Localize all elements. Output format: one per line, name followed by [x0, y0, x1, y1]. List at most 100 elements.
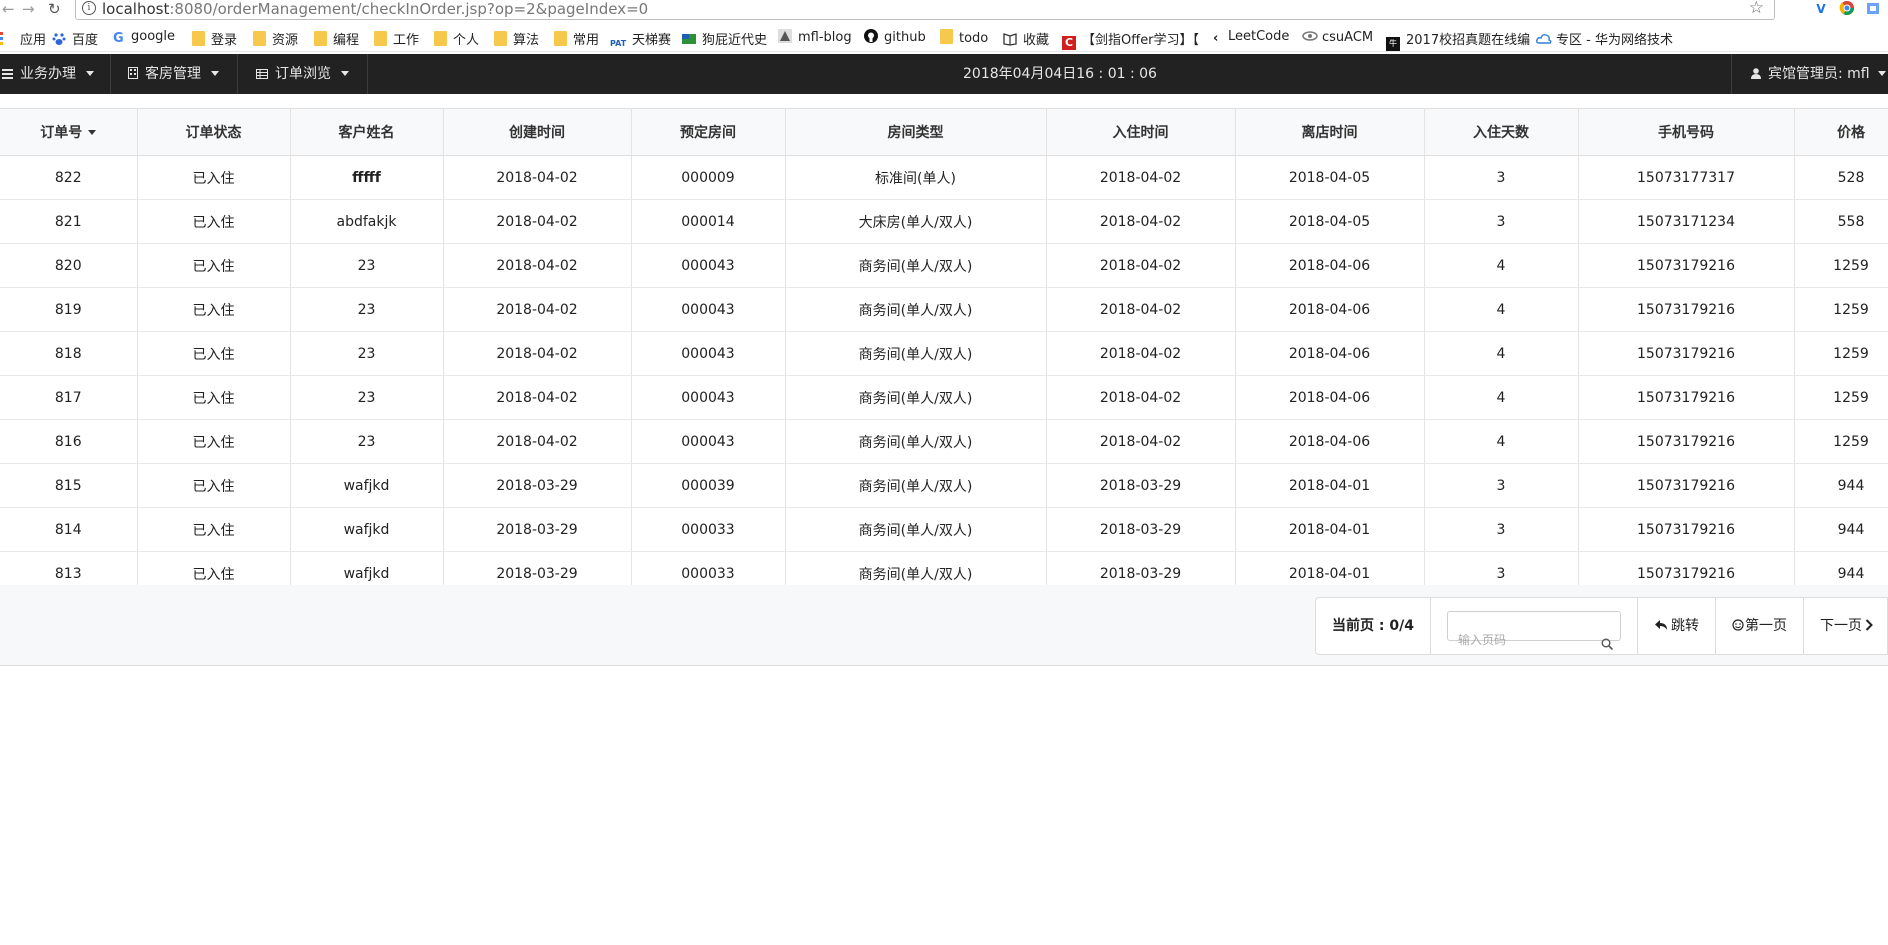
- cell-checkin: 2018-03-29: [1046, 507, 1236, 552]
- baidu-paw-icon: [52, 32, 66, 46]
- table-row[interactable]: 817 已入住 23 2018-04-02 000043 商务间(单人/双人) 2018-0…: [0, 375, 1888, 420]
- url-bar[interactable]: i localhost:8080/orderManagement/checkIn…: [75, 0, 1775, 20]
- chevron-down-icon: [86, 71, 94, 76]
- cell-days: 4: [1424, 243, 1579, 288]
- book-icon: [1003, 32, 1017, 46]
- column-header-order-id[interactable]: 订单号: [0, 108, 138, 156]
- bookmark-huawei[interactable]: 专区 - 华为网络技术: [1536, 29, 1673, 48]
- bookmark-personal[interactable]: 个人: [434, 29, 479, 48]
- extension-puzzle-icon[interactable]: [1864, 0, 1882, 18]
- url-host: localhost: [102, 0, 170, 18]
- rooms-menu[interactable]: 客房管理: [128, 54, 219, 94]
- bookmark-label: todo: [959, 31, 989, 46]
- bookmark-google[interactable]: Ggoogle: [113, 29, 175, 47]
- cell-created: 2018-04-02: [443, 199, 632, 244]
- column-header-checkout[interactable]: 离店时间: [1235, 108, 1425, 156]
- url-text[interactable]: localhost:8080/orderManagement/checkInOr…: [102, 0, 648, 18]
- building-icon: [128, 55, 138, 95]
- table-row[interactable]: 816 已入住 23 2018-04-02 000043 商务间(单人/双人) 2018-0…: [0, 419, 1888, 464]
- cell-order-id: 822: [0, 155, 138, 200]
- jump-button[interactable]: 跳转: [1638, 598, 1716, 654]
- first-page-button[interactable]: 第一页: [1716, 598, 1804, 654]
- chevron-down-icon: [341, 71, 349, 76]
- cell-created: 2018-04-02: [443, 243, 632, 288]
- business-menu-label: 业务办理: [20, 66, 76, 82]
- bookmark-mfl-blog[interactable]: mfl-blog: [778, 29, 852, 47]
- flag-icon: [682, 32, 696, 46]
- cell-checkout: 2018-04-06: [1235, 243, 1425, 288]
- bookmark-apps[interactable]: 应用: [0, 29, 46, 48]
- bookmark-nowcoder[interactable]: 牛 2017校招真题在线编: [1386, 29, 1531, 51]
- cell-days: 3: [1424, 155, 1579, 200]
- column-header-days[interactable]: 入住天数: [1424, 108, 1579, 156]
- cell-room-type: 商务间(单人/双人): [785, 243, 1047, 288]
- cell-customer: wafjkd: [290, 463, 444, 508]
- page-number-input[interactable]: [1448, 627, 1598, 653]
- table-row[interactable]: 820 已入住 23 2018-04-02 000043 商务间(单人/双人) 2018-0…: [0, 243, 1888, 288]
- column-header-price[interactable]: 价格: [1794, 108, 1888, 156]
- cell-room: 000009: [631, 155, 786, 200]
- bookmark-favorites[interactable]: 收藏: [1003, 29, 1049, 48]
- cell-status: 已入住: [137, 155, 291, 200]
- user-menu[interactable]: 宾馆管理员: mfl: [1751, 54, 1886, 94]
- cell-order-id: 818: [0, 331, 138, 376]
- cell-customer: abdfakjk: [290, 199, 444, 244]
- business-menu[interactable]: 业务办理: [2, 54, 94, 94]
- column-header-room[interactable]: 预定房间: [631, 108, 786, 156]
- table-row[interactable]: 815 已入住 wafjkd 2018-03-29 000039 商务间(单人/双人) 20…: [0, 463, 1888, 508]
- cell-customer: wafjkd: [290, 507, 444, 552]
- bookmark-pat[interactable]: PAT 天梯赛: [610, 29, 671, 48]
- cell-days: 4: [1424, 419, 1579, 464]
- extension-v-icon[interactable]: V: [1812, 0, 1830, 18]
- column-header-room-type[interactable]: 房间类型: [785, 108, 1047, 156]
- orders-menu[interactable]: 订单浏览: [256, 54, 349, 94]
- reload-icon[interactable]: ↻: [48, 0, 61, 20]
- page-number-input-box[interactable]: [1447, 611, 1621, 653]
- bookmark-work[interactable]: 工作: [374, 29, 419, 48]
- table-row[interactable]: 821 已入住 abdfakjk 2018-04-02 000014 大床房(单人/双人)…: [0, 199, 1888, 244]
- cell-status: 已入住: [137, 507, 291, 552]
- bookmark-common[interactable]: 常用: [554, 29, 599, 48]
- user-icon: [1751, 55, 1761, 95]
- column-header-status[interactable]: 订单状态: [137, 108, 291, 156]
- bookmark-todo[interactable]: todo: [940, 29, 988, 47]
- folder-icon: [940, 29, 953, 44]
- navbar-divider: [110, 54, 111, 94]
- sort-desc-icon: [88, 130, 97, 135]
- bookmark-history[interactable]: 狗屁近代史: [682, 29, 767, 48]
- bookmark-offer[interactable]: C 【剑指Offer学习】【: [1062, 29, 1199, 50]
- bookmark-csuacm[interactable]: csuACM: [1302, 29, 1373, 47]
- bookmark-algorithms[interactable]: 算法: [494, 29, 539, 48]
- bookmark-star-icon[interactable]: ☆: [1749, 0, 1764, 18]
- page-input-group: [1431, 598, 1638, 654]
- table-row[interactable]: 822 已入住 fffff 2018-04-02 000009 标准间(单人) 2018-0…: [0, 155, 1888, 200]
- column-header-created[interactable]: 创建时间: [443, 108, 632, 156]
- bookmark-leetcode[interactable]: ‹ LeetCode: [1213, 29, 1289, 47]
- search-icon[interactable]: [1601, 618, 1614, 674]
- chevron-right-icon: [1865, 599, 1873, 655]
- cell-room-type: 商务间(单人/双人): [785, 463, 1047, 508]
- bookmark-baidu[interactable]: 百度: [52, 29, 98, 48]
- cell-room-type: 商务间(单人/双人): [785, 287, 1047, 332]
- bookmark-resources[interactable]: 资源: [253, 29, 298, 48]
- column-header-customer[interactable]: 客户姓名: [290, 108, 444, 156]
- bookmark-label: 2017校招真题在线编: [1406, 33, 1531, 48]
- cell-days: 4: [1424, 331, 1579, 376]
- table-footer: 当前页 : 0/4 跳转 第一页 下一页: [0, 585, 1888, 666]
- bookmark-programming[interactable]: 编程: [314, 29, 359, 48]
- bookmark-login[interactable]: 登录: [192, 29, 237, 48]
- back-icon[interactable]: ←: [2, 0, 15, 20]
- forward-icon[interactable]: →: [22, 0, 35, 20]
- column-header-checkin[interactable]: 入住时间: [1046, 108, 1236, 156]
- next-page-button[interactable]: 下一页: [1804, 598, 1887, 654]
- bookmark-github[interactable]: github: [864, 29, 926, 47]
- extension-chrome-icon[interactable]: [1838, 0, 1856, 18]
- list-icon: [2, 55, 13, 95]
- table-row[interactable]: 818 已入住 23 2018-04-02 000043 商务间(单人/双人) 2018-0…: [0, 331, 1888, 376]
- cell-status: 已入住: [137, 375, 291, 420]
- column-header-phone[interactable]: 手机号码: [1578, 108, 1795, 156]
- cell-phone: 15073177317: [1578, 155, 1795, 200]
- info-icon[interactable]: i: [82, 1, 96, 15]
- table-row[interactable]: 814 已入住 wafjkd 2018-03-29 000033 商务间(单人/双人) 20…: [0, 507, 1888, 552]
- table-row[interactable]: 819 已入住 23 2018-04-02 000043 商务间(单人/双人) 2018-0…: [0, 287, 1888, 332]
